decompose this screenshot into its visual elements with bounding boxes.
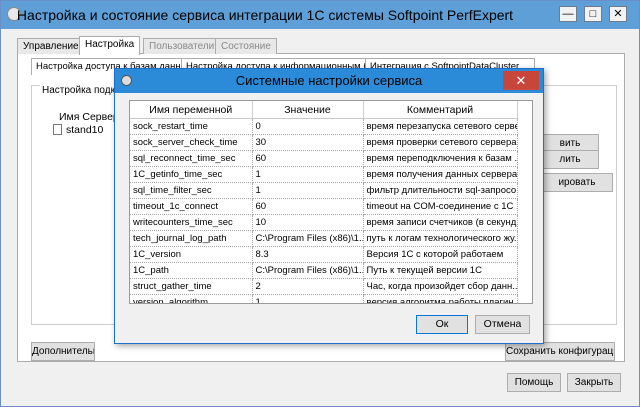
edit-button[interactable]: ировать: [541, 173, 613, 192]
table-row[interactable]: sock_server_check_time 30 время проверки с…: [130, 134, 518, 151]
cell-comment[interactable]: время перезапуска сетевого серве...: [363, 118, 518, 135]
cell-comment[interactable]: фильтр длительности sql-запросо...: [363, 182, 518, 199]
cell-name[interactable]: sock_restart_time: [130, 118, 253, 135]
cell-value[interactable]: 2: [252, 278, 364, 295]
cell-comment[interactable]: версия алгоритма работы плагин...: [363, 294, 518, 303]
settings-grid[interactable]: Имя переменной Значение Комментарий sock…: [129, 100, 533, 304]
cell-comment[interactable]: время получения данных сервера...: [363, 166, 518, 183]
cancel-button[interactable]: Отмена: [475, 315, 530, 334]
dialog-close-button[interactable]: ✕: [503, 71, 539, 90]
grid-header-row: Имя переменной Значение Комментарий: [130, 101, 518, 119]
save-config-button[interactable]: Сохранить конфигурацию: [505, 342, 615, 361]
table-row[interactable]: sql_time_filter_sec 1 фильтр длительности …: [130, 182, 518, 199]
cell-value[interactable]: C:\Program Files (x86)\1...: [252, 262, 364, 279]
tab-users[interactable]: Пользователи: [143, 38, 221, 54]
cell-comment[interactable]: путь к логам технологического жу...: [363, 230, 518, 247]
col-header-name[interactable]: Имя переменной: [130, 101, 253, 119]
additional-button[interactable]: Дополнительно: [31, 342, 95, 361]
table-row[interactable]: 1C_getinfo_time_sec 1 время получения данн…: [130, 166, 518, 183]
cell-value[interactable]: 10: [252, 214, 364, 231]
table-row[interactable]: 1C_path C:\Program Files (x86)\1... Путь к…: [130, 262, 518, 279]
table-row[interactable]: sock_restart_time 0 время перезапуска сете…: [130, 118, 518, 135]
cell-value[interactable]: 1: [252, 294, 364, 303]
dialog-title: Системные настройки сервиса: [235, 73, 423, 88]
cell-name[interactable]: tech_journal_log_path: [130, 230, 253, 247]
cell-comment[interactable]: время проверки сетевого сервера...: [363, 134, 518, 151]
window-title: Настройка и состояние сервиса интеграции…: [16, 7, 514, 23]
cell-value[interactable]: 1: [252, 182, 364, 199]
cell-name[interactable]: sql_time_filter_sec: [130, 182, 253, 199]
cell-name[interactable]: 1C_path: [130, 262, 253, 279]
tab-settings[interactable]: Настройка: [79, 36, 141, 55]
col-header-value[interactable]: Значение: [252, 101, 364, 119]
dialog-title-bar[interactable]: Системные настройки сервиса ✕: [115, 69, 543, 93]
table-row[interactable]: struct_gather_time 2 Час, когда произойдет…: [130, 278, 518, 295]
cell-name[interactable]: 1C_version: [130, 246, 253, 263]
delete-button[interactable]: лить: [541, 150, 599, 169]
settings-table: Имя переменной Значение Комментарий sock…: [130, 101, 518, 303]
cell-name[interactable]: writecounters_time_sec: [130, 214, 253, 231]
cell-value[interactable]: C:\Program Files (x86)\1...: [252, 230, 364, 247]
cell-name[interactable]: 1C_getinfo_time_sec: [130, 166, 253, 183]
cell-name[interactable]: version_algorithm: [130, 294, 253, 303]
cell-name[interactable]: timeout_1c_connect: [130, 198, 253, 215]
close-button[interactable]: ✕: [609, 6, 627, 22]
server-file-icon: [53, 124, 62, 135]
cell-value[interactable]: 0: [252, 118, 364, 135]
table-row[interactable]: timeout_1c_connect 60 timeout на COM-соеди…: [130, 198, 518, 215]
cell-value[interactable]: 60: [252, 150, 364, 167]
table-row[interactable]: 1C_version 8.3 Версия 1С с которой работае…: [130, 246, 518, 263]
cell-value[interactable]: 60: [252, 198, 364, 215]
table-row[interactable]: tech_journal_log_path C:\Program Files (x…: [130, 230, 518, 247]
table-row[interactable]: writecounters_time_sec 10 время записи сче…: [130, 214, 518, 231]
table-row[interactable]: version_algorithm 1 версия алгоритма работ…: [130, 294, 518, 303]
server-name: stand10: [66, 124, 104, 136]
cell-name[interactable]: sql_reconnect_time_sec: [130, 150, 253, 167]
cell-name[interactable]: sock_server_check_time: [130, 134, 253, 151]
system-settings-dialog: Системные настройки сервиса ✕ Имя переме…: [114, 68, 544, 344]
cell-comment[interactable]: Час, когда произойдет сбор данн...: [363, 278, 518, 295]
tab-management[interactable]: Управление: [17, 38, 85, 54]
server-list-item[interactable]: stand10: [53, 124, 103, 136]
cell-value[interactable]: 30: [252, 134, 364, 151]
cell-comment[interactable]: Версия 1С с которой работаем: [363, 246, 518, 263]
col-header-comment[interactable]: Комментарий: [363, 101, 518, 119]
cell-value[interactable]: 1: [252, 166, 364, 183]
minimize-button[interactable]: —: [559, 6, 577, 22]
cell-name[interactable]: struct_gather_time: [130, 278, 253, 295]
cell-comment[interactable]: timeout на COM-соединение с 1С ...: [363, 198, 518, 215]
help-button[interactable]: Помощь: [507, 373, 561, 392]
maximize-button[interactable]: □: [584, 6, 602, 22]
cell-comment[interactable]: время переподключения к базам ...: [363, 150, 518, 167]
title-bar[interactable]: Настройка и состояние сервиса интеграции…: [1, 1, 639, 29]
cell-comment[interactable]: Путь к текущей версии 1С: [363, 262, 518, 279]
cell-comment[interactable]: время записи счетчиков (в секунд...: [363, 214, 518, 231]
close-main-button[interactable]: Закрыть: [567, 373, 621, 392]
cell-value[interactable]: 8.3: [252, 246, 364, 263]
table-row[interactable]: sql_reconnect_time_sec 60 время переподклю…: [130, 150, 518, 167]
ok-button[interactable]: Ок: [416, 315, 468, 334]
tab-status[interactable]: Состояние: [215, 38, 277, 54]
